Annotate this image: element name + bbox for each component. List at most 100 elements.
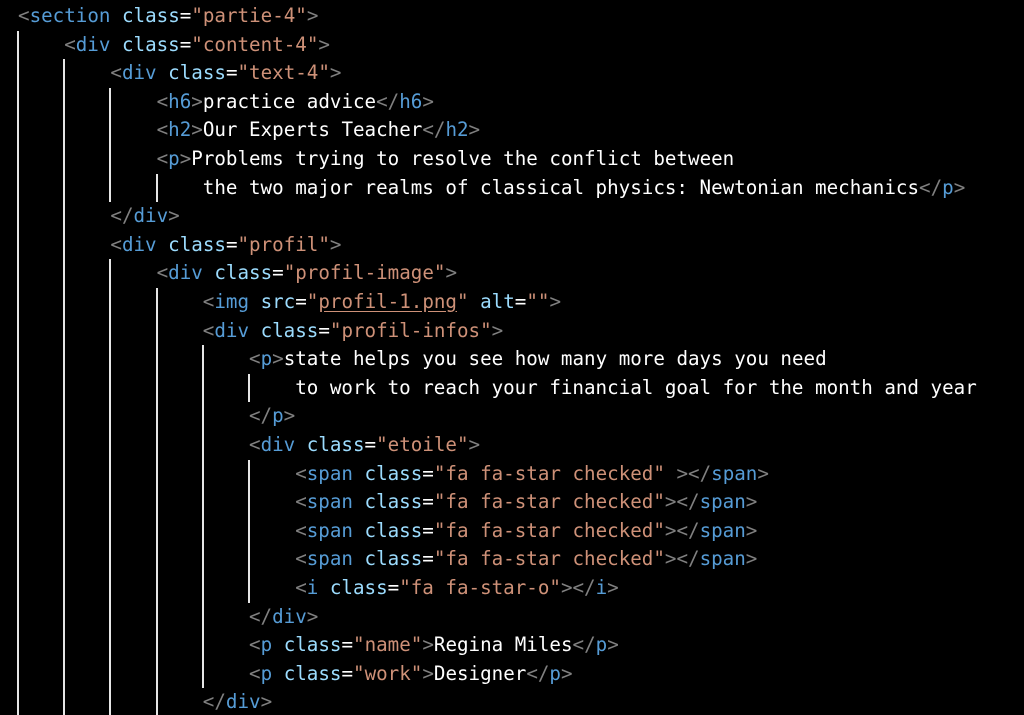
punctuation: =	[422, 461, 434, 485]
code-line[interactable]: </div>	[203, 688, 272, 715]
bracket: >	[757, 461, 769, 485]
bracket: <	[202, 290, 215, 313]
bracket: >	[676, 461, 689, 485]
bracket: >	[445, 261, 457, 285]
code-line[interactable]: <span class="fa fa-star checked"></span>	[295, 517, 757, 545]
indent-guide	[109, 87, 112, 203]
tag-name: div	[260, 433, 296, 456]
bracket: <	[295, 547, 307, 571]
punctuation: =	[179, 32, 192, 56]
bracket: </	[376, 89, 400, 113]
bracket: >	[306, 604, 319, 628]
tag-name: p	[549, 661, 561, 685]
bracket: >	[664, 547, 677, 571]
bracket: >	[664, 518, 677, 542]
bracket: </	[572, 576, 596, 599]
bracket: </	[110, 204, 134, 228]
punctuation	[272, 633, 284, 656]
code-line[interactable]: <p class="name">Regina Miles</p>	[249, 631, 619, 659]
code-line[interactable]: </p>	[249, 402, 295, 430]
attribute-name: class	[283, 661, 342, 685]
bracket: >	[468, 118, 481, 142]
punctuation: =	[341, 661, 354, 685]
bracket: </	[676, 518, 700, 542]
code-line[interactable]: <span class="fa fa-star checked"></span>	[295, 545, 757, 573]
code-line[interactable]: </div>	[110, 202, 179, 230]
bracket: <	[202, 318, 215, 342]
attribute-value: "profil"	[237, 232, 330, 256]
attribute-value: "	[456, 290, 469, 313]
punctuation	[249, 290, 261, 313]
tag-name: span	[699, 547, 746, 571]
code-line[interactable]: <h6>practice advice</h6>	[157, 88, 434, 116]
punctuation: =	[272, 261, 284, 285]
attribute-value: "content-4"	[191, 32, 319, 56]
punctuation	[110, 4, 122, 27]
bracket: </	[688, 461, 712, 485]
punctuation	[353, 547, 365, 570]
bracket: </	[422, 118, 446, 142]
tag-name: h6	[168, 89, 192, 113]
attribute-name: class	[121, 32, 180, 56]
code-line[interactable]: <img src="profil-1.png" alt="">	[203, 288, 561, 316]
punctuation	[353, 462, 365, 485]
code-line-wrapped[interactable]: to work to reach your financial goal for…	[295, 374, 977, 402]
punctuation: =	[179, 4, 192, 27]
attribute-name: class	[283, 633, 342, 657]
text-content: practice advice	[202, 89, 377, 113]
attribute-name: class	[214, 261, 273, 285]
bracket: <	[295, 461, 307, 485]
indent-guide	[17, 30, 19, 715]
text-content: Problems trying to resolve the conflict …	[191, 147, 735, 170]
code-line[interactable]: <i class="fa fa-star-o"></i>	[295, 574, 619, 602]
code-line[interactable]: <p>state helps you see how many more day…	[249, 345, 827, 373]
bracket: >	[468, 433, 481, 456]
attribute-name: class	[122, 4, 180, 27]
bracket: >	[422, 661, 434, 685]
bracket: <	[249, 633, 261, 657]
bracket: >	[283, 404, 296, 428]
code-line[interactable]: <div class="text-4">	[110, 59, 341, 87]
tag-name: i	[595, 576, 608, 599]
code-line[interactable]: <div class="profil-image">	[157, 259, 457, 287]
punctuation: =	[318, 318, 330, 342]
bracket: >	[318, 32, 330, 56]
code-line[interactable]: <div class="content-4">	[64, 31, 330, 59]
attribute-value: "etoile"	[376, 433, 469, 456]
file-link[interactable]: profil-1.png	[318, 290, 457, 313]
bracket: >	[422, 89, 434, 113]
bracket: >	[191, 89, 203, 113]
code-line[interactable]: <p>Problems trying to resolve the confli…	[157, 145, 735, 173]
tag-name: img	[214, 290, 250, 313]
bracket: <	[156, 89, 169, 113]
punctuation	[157, 233, 169, 256]
punctuation: =	[422, 547, 434, 571]
code-line[interactable]: </div>	[249, 603, 318, 631]
bracket: </	[919, 175, 943, 199]
bracket: >	[306, 4, 319, 27]
tag-name: div	[225, 690, 261, 714]
attribute-value: "partie-4"	[191, 4, 307, 27]
punctuation: =	[225, 232, 238, 256]
tag-name: p	[168, 147, 180, 170]
code-line[interactable]: <h2>Our Experts Teacher</h2>	[157, 116, 481, 144]
code-line[interactable]: <section class="partie-4">	[18, 2, 318, 30]
bracket: <	[249, 433, 261, 456]
tag-name: i	[306, 576, 319, 599]
tag-name: span	[306, 461, 353, 485]
code-line[interactable]: <div class="profil">	[110, 231, 341, 259]
code-line-wrapped[interactable]: the two major realms of classical physic…	[203, 174, 965, 202]
attribute-name: class	[364, 547, 423, 571]
punctuation: =	[341, 633, 354, 657]
bracket: <	[110, 232, 122, 256]
punctuation: =	[387, 576, 400, 599]
bracket: >	[745, 518, 758, 542]
code-line[interactable]: <span class="fa fa-star checked"></span>	[295, 488, 757, 516]
code-line[interactable]: <span class="fa fa-star checked" ></span…	[295, 460, 769, 488]
tag-name: span	[699, 518, 746, 542]
attribute-value: "fa fa-star checked"	[433, 490, 665, 514]
code-line[interactable]: <div class="profil-infos">	[203, 317, 503, 345]
code-line[interactable]: <p class="work">Designer</p>	[249, 660, 573, 688]
code-line[interactable]: <div class="etoile">	[249, 431, 480, 459]
code-editor[interactable]: <section class="partie-4"> <div class="co…	[0, 0, 1024, 715]
